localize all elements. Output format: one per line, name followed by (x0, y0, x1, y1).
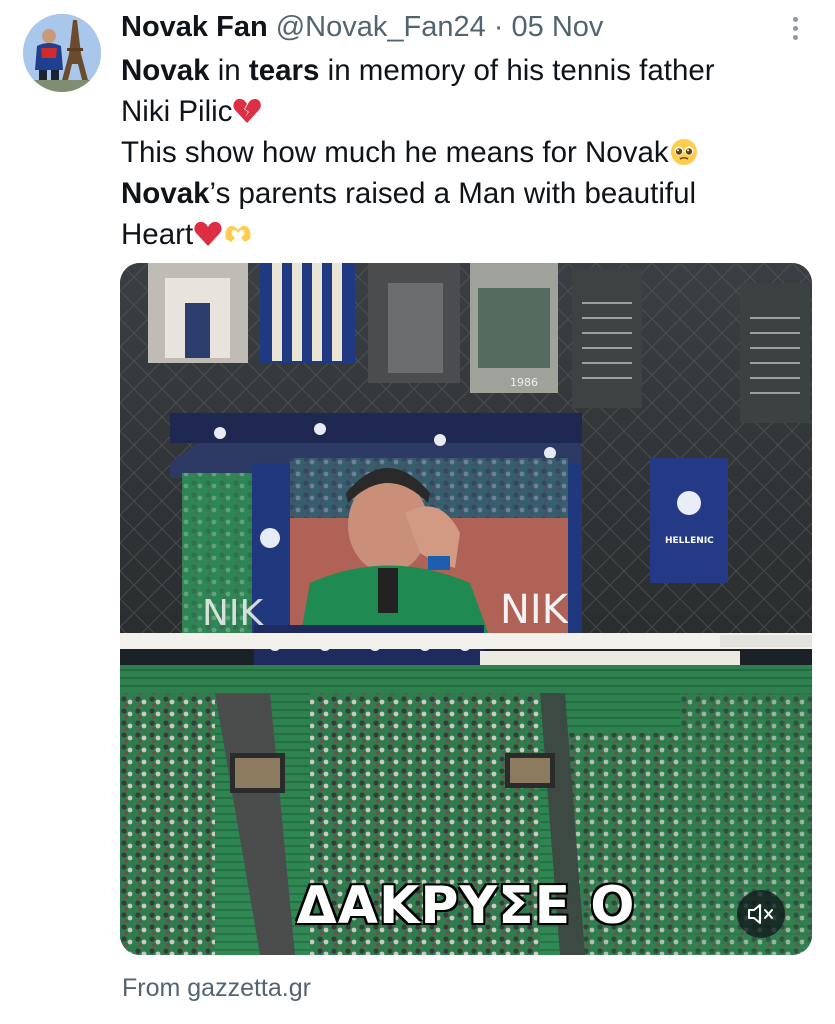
muted-speaker-icon[interactable] (737, 890, 785, 938)
bold-novak-2: Novak (121, 177, 210, 210)
heart-hands-emoji (225, 225, 251, 242)
avatar-image (23, 14, 101, 92)
red-heart-emoji (194, 221, 222, 246)
avatar[interactable] (23, 14, 101, 92)
author-name[interactable]: Novak Fan (121, 11, 268, 43)
tweet-media-video[interactable]: 1986 HELLENIC NIK NIK ΔΑΚΡΥΣΕ Ο (120, 263, 812, 955)
text-memory: in memory of his tennis father (319, 54, 715, 87)
more-options-icon[interactable] (785, 14, 805, 44)
video-caption: ΔΑΚΡΥΣΕ Ο (296, 876, 636, 936)
text-in: in (209, 54, 249, 87)
post-date[interactable]: 05 Nov (512, 11, 604, 43)
text-parents: ’s parents raised a Man with beautiful (209, 177, 697, 210)
tweet-line-3: This show how much he means for Novak (121, 132, 801, 173)
tweet-line-5: Heart (121, 214, 801, 255)
separator-dot: · (493, 11, 504, 43)
media-source-link[interactable]: From gazzetta.gr (122, 974, 311, 1003)
broken-heart-emoji (233, 98, 262, 123)
text-show: This show how much he means for Novak (121, 136, 669, 169)
jumbotron-text-right: NIK (500, 587, 570, 633)
pleading-face-emoji (670, 139, 697, 165)
tweet-line-1: Novak in tears in memory of his tennis f… (121, 50, 801, 91)
author-handle[interactable]: @Novak_Fan24 (276, 11, 486, 43)
tweet-text: Novak in tears in memory of his tennis f… (121, 50, 801, 255)
bold-tears: tears (248, 54, 320, 87)
text-heart: Heart (121, 218, 194, 251)
tweet-line-2: Niki Pilic (121, 91, 801, 132)
side-display-sponsor: HELLENIC (665, 536, 714, 546)
text-niki: Niki Pilic (121, 95, 233, 128)
bold-novak: Novak (121, 54, 210, 87)
tweet-line-4: Novak’s parents raised a Man with beauti… (121, 173, 801, 214)
banner-year: 1986 (510, 376, 538, 389)
arena-scene-image: 1986 HELLENIC NIK NIK (120, 263, 812, 955)
tweet-header: Novak Fan @Novak_Fan24 · 05 Nov (121, 10, 603, 44)
